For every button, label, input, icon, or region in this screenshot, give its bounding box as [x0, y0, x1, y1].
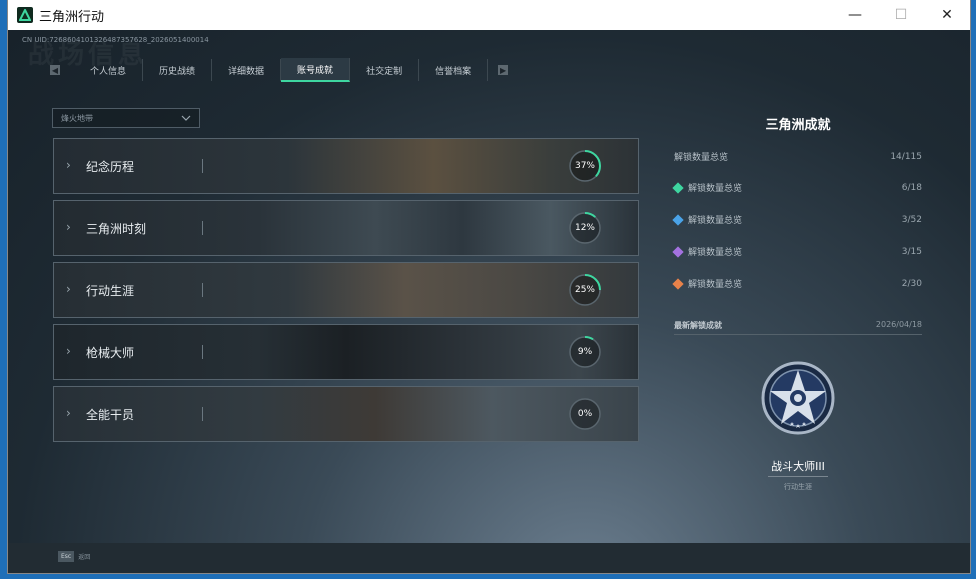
tab-social[interactable]: 社交定制 [350, 59, 420, 81]
close-icon: ✕ [941, 7, 953, 23]
chevron-right-icon: › [66, 158, 71, 172]
category-row[interactable]: › 纪念历程 37% [53, 138, 639, 194]
progress-ring: 25% [568, 273, 602, 307]
chevron-down-icon [181, 115, 191, 121]
tier-row: 解锁数量总览 3/52 [672, 213, 922, 226]
tab-history[interactable]: 历史战绩 [143, 59, 213, 81]
summary-total: 解锁数量总览 14/115 [674, 150, 922, 164]
medal-name: 战斗大师III [771, 460, 825, 473]
divider [202, 159, 203, 173]
user-uid: CN UID:7268604101326487357628_2026051400… [22, 36, 209, 44]
category-label: 纪念历程 [86, 160, 135, 174]
back-button[interactable]: Esc 返回 [58, 551, 90, 562]
bottom-bar [8, 543, 970, 573]
summary-title: 三角洲成就 [765, 118, 831, 133]
tab-detailed-data[interactable]: 详细数据 [212, 59, 282, 81]
back-label: 返回 [78, 554, 91, 561]
chevron-right-icon: › [66, 406, 71, 420]
divider [202, 283, 203, 297]
progress-ring: 12% [568, 211, 602, 245]
tab-prev-icon[interactable]: ◀ [50, 65, 60, 75]
tier-diamond-icon [672, 277, 684, 290]
progress-text: 0% [577, 409, 593, 419]
summary-total-label: 解锁数量总览 [674, 153, 729, 163]
tab-reputation[interactable]: 信誉档案 [419, 59, 489, 81]
achievement-category-list: › 纪念历程 37% › 三角洲时刻 12% › 行动生涯 25% › 枪械大师… [53, 138, 639, 448]
divider [202, 407, 203, 421]
tier-diamond-icon [672, 181, 684, 194]
tier-row: 解锁数量总览 2/30 [672, 277, 922, 290]
progress-text: 9% [577, 347, 593, 357]
app-window: 三角洲行动 — ☐ ✕ 战场信息 CN UID:7268604101326487… [8, 0, 970, 573]
medal-category: 行动生涯 [784, 483, 812, 491]
progress-ring: 0% [568, 397, 602, 431]
maximize-icon: ☐ [894, 7, 908, 23]
window-title: 三角洲行动 [39, 9, 105, 25]
mode-filter-dropdown[interactable]: 烽火地带 [52, 108, 200, 128]
progress-text: 12% [574, 223, 595, 233]
summary-total-value: 14/115 [890, 151, 922, 162]
progress-ring: 37% [568, 149, 602, 183]
chevron-right-icon: › [66, 282, 71, 296]
medal-badge-icon[interactable] [760, 360, 836, 436]
tab-achievements[interactable]: 账号成就 [281, 58, 351, 82]
main-content: 战场信息 CN UID:7268604101326487357628_20260… [8, 30, 970, 543]
minimize-button[interactable]: — [832, 0, 878, 30]
tab-personal-info[interactable]: 个人信息 [74, 59, 144, 81]
category-label: 枪械大师 [86, 346, 135, 360]
category-row[interactable]: › 行动生涯 25% [53, 262, 639, 318]
category-row[interactable]: › 全能干员 0% [53, 386, 639, 442]
tier-row: 解锁数量总览 6/18 [672, 181, 922, 194]
category-label: 三角洲时刻 [86, 222, 147, 236]
tier-diamond-icon [672, 245, 684, 258]
divider [768, 476, 828, 477]
progress-text: 25% [574, 285, 595, 295]
minimize-icon: — [848, 7, 862, 23]
tab-next-icon[interactable]: ▶ [498, 65, 509, 75]
progress-text: 37% [574, 161, 595, 171]
title-bar: 三角洲行动 — ☐ ✕ [8, 0, 970, 30]
close-button[interactable]: ✕ [924, 0, 970, 30]
progress-ring: 9% [568, 335, 602, 369]
divider [202, 345, 203, 359]
chevron-right-icon: › [66, 220, 71, 234]
tier-diamond-icon [672, 213, 684, 226]
tab-bar: ◀ 个人信息 历史战绩 详细数据 账号成就 社交定制 信誉档案 ▶ [50, 58, 509, 82]
chevron-right-icon: › [66, 344, 71, 358]
divider [674, 334, 922, 335]
latest-unlock-date: 2026/04/18 [875, 320, 922, 329]
mode-filter-value: 烽火地带 [61, 113, 93, 123]
category-row[interactable]: › 枪械大师 9% [53, 324, 639, 380]
category-label: 行动生涯 [86, 284, 135, 298]
category-row[interactable]: › 三角洲时刻 12% [53, 200, 639, 256]
divider [202, 221, 203, 235]
app-logo-icon [17, 7, 33, 23]
esc-key-icon: Esc [58, 551, 75, 562]
category-label: 全能干员 [86, 408, 135, 422]
tier-row: 解锁数量总览 3/15 [672, 245, 922, 258]
maximize-button[interactable]: ☐ [878, 0, 924, 30]
latest-unlock-label: 最新解锁成就 [674, 321, 722, 330]
latest-unlock-header: 最新解锁成就 2026/04/18 [674, 320, 922, 331]
